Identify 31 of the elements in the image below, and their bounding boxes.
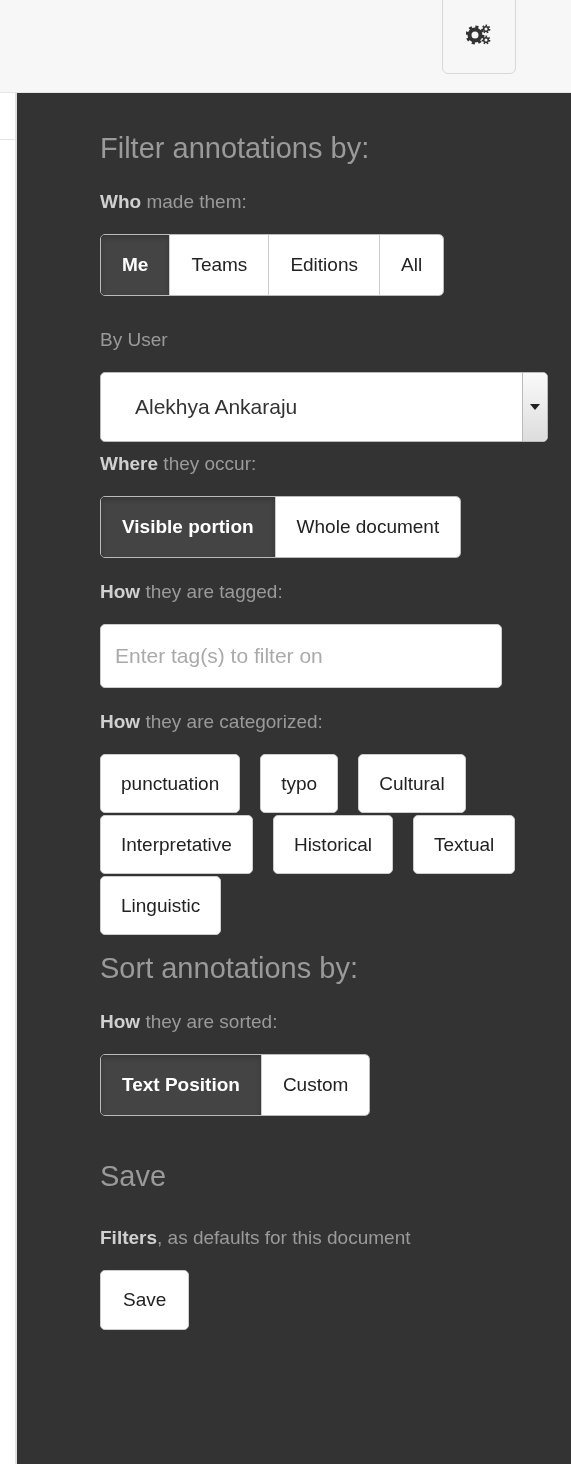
settings-button[interactable] <box>442 0 516 74</box>
save-button[interactable]: Save <box>100 1270 190 1330</box>
field-label: How they are sorted: <box>100 1010 278 1034</box>
section-heading: Filter annotations by: <box>100 131 370 166</box>
sort-toggle[interactable]: Text Position <box>101 1055 261 1115</box>
section-heading: Sort annotations by: <box>100 951 358 986</box>
caret-icon <box>530 404 540 410</box>
field-label: Who made them: <box>100 190 247 214</box>
filter-toggle[interactable]: Editions <box>268 235 379 295</box>
user-select[interactable]: Alekhya Ankaraju <box>100 372 548 442</box>
filter-toggle[interactable]: Me <box>101 235 170 295</box>
filter-toggle[interactable]: Whole document <box>274 497 461 557</box>
field-label: Where they occur: <box>100 452 257 476</box>
category-tag[interactable]: punctuation <box>100 754 241 813</box>
category-tag[interactable]: Linguistic <box>100 876 222 935</box>
filter-toggle[interactable]: All <box>379 235 444 295</box>
sort-toggle[interactable]: Custom <box>260 1055 370 1115</box>
category-tag[interactable]: Cultural <box>358 754 466 813</box>
filter-toggle[interactable]: Visible portion <box>101 497 275 557</box>
category-tag[interactable]: Textual <box>413 815 516 874</box>
section-heading: Save <box>100 1159 167 1194</box>
save-description: Filters, as defaults for this document <box>100 1226 412 1250</box>
field-label: By User <box>100 328 168 352</box>
category-tag[interactable]: Interpretative <box>100 815 253 874</box>
settings-icon <box>466 24 492 46</box>
field-label: How they are tagged: <box>100 580 283 604</box>
category-tag[interactable]: Historical <box>272 815 394 874</box>
field-label: How they are categorized: <box>100 710 323 734</box>
filter-toggle[interactable]: Teams <box>169 235 269 295</box>
category-tag[interactable]: typo <box>260 754 339 813</box>
tag-input-field[interactable]: Enter tag(s) to filter on <box>100 624 502 688</box>
